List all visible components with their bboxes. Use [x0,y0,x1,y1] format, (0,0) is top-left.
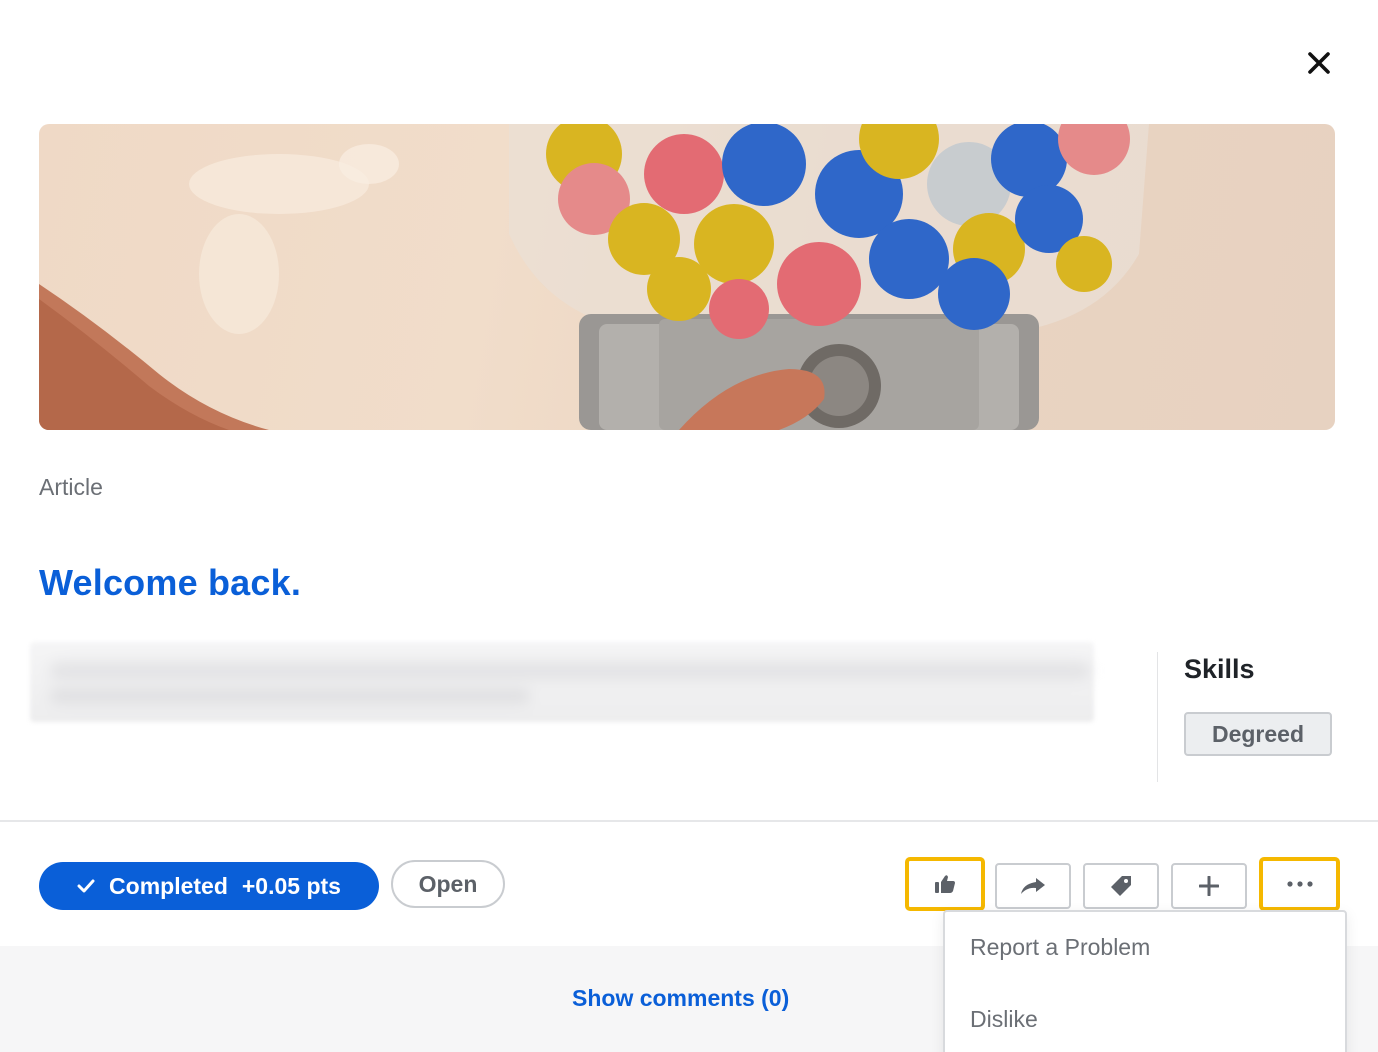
skill-tag-degreed[interactable]: Degreed [1184,712,1332,756]
add-to-button[interactable] [1171,863,1247,909]
plus-icon [1199,876,1219,896]
content-title[interactable]: Welcome back. [39,562,301,604]
gumball-machine-brains-image [39,124,1149,430]
share-icon [1021,878,1045,894]
points-label: +0.05 pts [241,872,341,899]
close-button[interactable] [1302,46,1336,80]
thumbs-up-icon [935,875,955,893]
tag-button[interactable] [1083,863,1159,909]
blurred-line [50,688,530,704]
close-icon [1308,52,1330,74]
more-options-button[interactable] [1259,857,1340,911]
share-button[interactable] [995,863,1071,909]
completed-button[interactable]: Completed +0.05 pts [39,862,379,910]
tag-icon [1111,876,1131,896]
content-type-label: Article [39,474,103,500]
section-divider [0,820,1378,822]
skills-divider [1157,652,1158,782]
skills-heading: Skills [1184,654,1255,684]
completed-label: Completed [109,872,228,899]
blurred-summary [30,642,1094,722]
menu-item-report-problem[interactable]: Report a Problem [970,934,1150,961]
show-comments-link[interactable]: Show comments (0) [572,985,789,1012]
more-options-menu: Report a Problem Dislike [943,910,1347,1052]
menu-item-dislike[interactable]: Dislike [970,1006,1038,1033]
check-icon [77,879,95,893]
like-button[interactable] [905,857,985,911]
hero-image [39,124,1335,430]
content-detail-modal: Article Welcome back. Skills Degreed Com… [0,0,1378,1052]
more-icon [1286,881,1313,887]
open-button[interactable]: Open [391,860,505,908]
blurred-line [50,662,1090,680]
